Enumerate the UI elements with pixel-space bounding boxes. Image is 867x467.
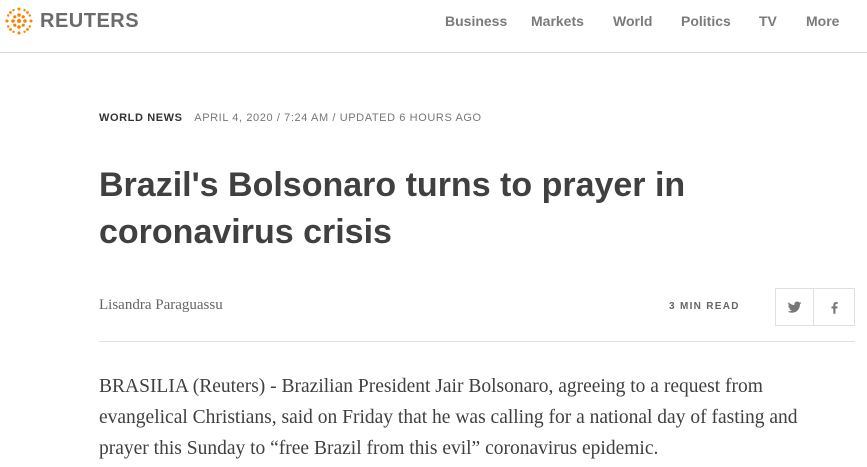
nav-item-business[interactable]: Business <box>445 13 507 29</box>
top-navigation-bar: REUTERS Business Markets World Politics … <box>0 0 867 53</box>
nav-item-politics[interactable]: Politics <box>681 13 731 29</box>
nav-item-tv[interactable]: TV <box>759 13 777 29</box>
nav-item-world[interactable]: World <box>613 13 652 29</box>
nav-item-markets[interactable]: Markets <box>531 13 584 29</box>
reuters-logo[interactable]: REUTERS <box>2 5 139 37</box>
nav-item-more[interactable]: More <box>806 13 839 29</box>
byline-divider <box>99 341 855 342</box>
share-buttons <box>775 288 855 326</box>
twitter-share-button[interactable] <box>775 288 814 326</box>
article-author[interactable]: Lisandra Paraguassu <box>99 297 223 314</box>
read-time: 3 MIN READ <box>669 301 740 312</box>
section-label[interactable]: WORLD NEWS <box>99 112 183 124</box>
article-body-paragraph: BRASILIA (Reuters) - Brazilian President… <box>99 376 798 459</box>
article-headline: Brazil's Bolsonaro turns to prayer in co… <box>99 166 686 251</box>
twitter-icon <box>787 301 802 313</box>
brand-name: REUTERS <box>40 9 140 32</box>
article-meta: WORLD NEWS APRIL 4, 2020 / 7:24 AM / UPD… <box>99 112 482 124</box>
reuters-logo-icon <box>5 7 33 35</box>
facebook-share-button[interactable] <box>814 288 855 326</box>
article-dateline: APRIL 4, 2020 / 7:24 AM / UPDATED 6 HOUR… <box>194 112 482 124</box>
facebook-icon <box>831 301 838 314</box>
